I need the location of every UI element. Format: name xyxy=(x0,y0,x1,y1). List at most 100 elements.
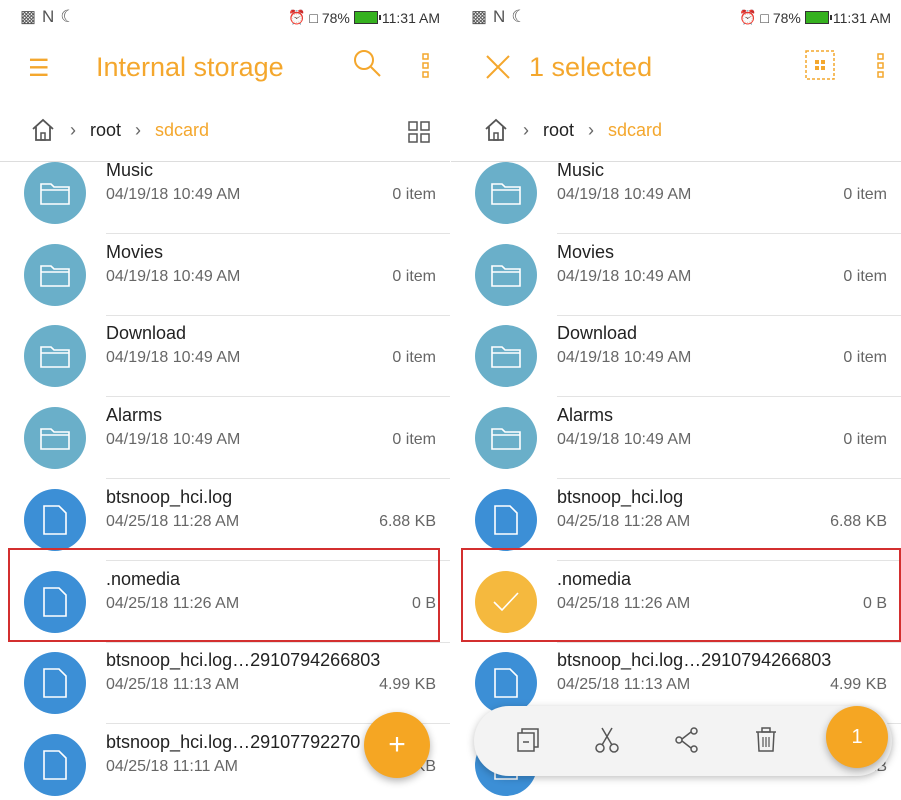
file-size: 6.88 KB xyxy=(830,512,887,530)
folder-icon[interactable] xyxy=(24,243,86,306)
home-icon[interactable] xyxy=(30,117,56,148)
file-date: 04/19/18 10:49 AM xyxy=(106,186,241,203)
breadcrumb-root[interactable]: root xyxy=(90,120,121,141)
cut-icon[interactable] xyxy=(593,726,621,754)
file-name: btsnoop_hci.log…2910794266803 xyxy=(106,650,381,671)
folder-icon[interactable] xyxy=(24,407,86,470)
add-fab-button[interactable]: + xyxy=(364,712,430,778)
file-size: 0 item xyxy=(843,431,887,449)
folder-icon[interactable] xyxy=(475,325,537,388)
file-size: 6.88 KB xyxy=(379,512,436,530)
file-icon[interactable] xyxy=(24,488,86,551)
search-icon[interactable] xyxy=(352,48,382,83)
menu-icon[interactable]: ☰ xyxy=(28,54,50,83)
list-item[interactable]: Movies 04/19/18 10:49 AM 0 item xyxy=(0,234,450,316)
copy-icon[interactable] xyxy=(514,726,542,754)
list-item[interactable]: Movies 04/19/18 10:49 AM 0 item xyxy=(451,234,901,316)
folder-icon[interactable] xyxy=(475,407,537,470)
toolbar: 1 selected xyxy=(451,34,901,102)
clock: 11:31 AM xyxy=(381,9,440,26)
file-size: 4.99 KB xyxy=(379,676,436,694)
file-date: 04/19/18 10:49 AM xyxy=(106,267,241,285)
close-icon[interactable] xyxy=(485,54,511,85)
list-item[interactable]: Music 04/19/18 10:49 AM 0 item xyxy=(0,162,450,234)
alarm-icon: ⏰ xyxy=(738,9,757,25)
clock: 11:31 AM xyxy=(832,9,891,26)
file-size: 0 item xyxy=(843,267,887,285)
file-date: 04/25/18 11:11 AM xyxy=(106,757,238,775)
file-icon[interactable] xyxy=(24,733,86,796)
breadcrumb-root[interactable]: root xyxy=(543,120,574,141)
file-name: btsnoop_hci.log xyxy=(557,486,684,507)
file-name: btsnoop_hci.log…2910794266803 xyxy=(557,650,832,671)
file-size: 0 item xyxy=(392,349,436,367)
selection-title: 1 selected xyxy=(529,52,653,82)
folder-icon[interactable] xyxy=(475,162,537,224)
file-date: 04/19/18 10:49 AM xyxy=(106,349,241,367)
selection-highlight xyxy=(8,548,440,642)
file-icon[interactable] xyxy=(475,488,537,551)
more-options-icon[interactable] xyxy=(875,52,887,85)
file-name: Alarms xyxy=(106,405,163,426)
list-item[interactable]: btsnoop_hci.log…2910794266803 04/25/18 11… xyxy=(0,642,450,725)
file-size: 4.99 KB xyxy=(830,676,887,694)
select-all-icon[interactable] xyxy=(805,50,835,85)
list-item[interactable]: Music 04/19/18 10:49 AM 0 item xyxy=(451,162,901,234)
list-item[interactable]: Download 04/19/18 10:49 AM 0 item xyxy=(451,315,901,398)
file-size: 0 item xyxy=(392,186,436,203)
file-date: 04/25/18 11:28 AM xyxy=(557,512,691,530)
folder-icon[interactable] xyxy=(24,325,86,388)
list-item[interactable]: Alarms 04/19/18 10:49 AM 0 item xyxy=(0,397,450,480)
battery-percent: 78% xyxy=(321,9,350,26)
file-date: 04/19/18 10:49 AM xyxy=(557,431,692,449)
file-name: btsnoop_hci.log xyxy=(106,486,233,507)
sim-icon: □ xyxy=(760,9,769,26)
sim-icon: □ xyxy=(309,9,318,26)
alarm-icon: ⏰ xyxy=(287,9,306,25)
breadcrumb-current[interactable]: sdcard xyxy=(608,120,662,141)
battery-icon xyxy=(804,11,832,24)
list-item[interactable]: Download 04/19/18 10:49 AM 0 item xyxy=(0,315,450,398)
file-date: 04/19/18 10:49 AM xyxy=(557,186,692,203)
more-options-icon[interactable] xyxy=(420,52,432,85)
chevron-right-icon: › xyxy=(523,120,529,140)
home-icon[interactable] xyxy=(483,117,509,148)
file-icon[interactable] xyxy=(24,652,86,715)
status-bar: ▩N☾ ⏰ □ 78% 11:31 AM xyxy=(451,0,901,34)
file-size: 0 item xyxy=(843,349,887,367)
file-icon[interactable] xyxy=(475,652,537,715)
file-name: Alarms xyxy=(557,405,614,426)
selection-highlight xyxy=(461,548,901,642)
chevron-right-icon: › xyxy=(588,120,594,140)
breadcrumb: › root › sdcard xyxy=(0,103,450,159)
chevron-right-icon: › xyxy=(70,120,76,140)
file-name: Music xyxy=(557,162,605,180)
file-date: 04/25/18 11:13 AM xyxy=(557,676,691,694)
chevron-right-icon: › xyxy=(135,120,141,140)
file-name: btsnoop_hci.log…29107792270 xyxy=(106,731,361,752)
folder-icon[interactable] xyxy=(24,162,86,224)
file-size: 0 item xyxy=(843,186,887,203)
file-name: Download xyxy=(557,323,638,344)
file-date: 04/25/18 11:13 AM xyxy=(106,676,240,694)
battery-percent: 78% xyxy=(772,9,801,26)
folder-icon[interactable] xyxy=(475,243,537,306)
notification-icons: ▩N☾ xyxy=(471,7,533,26)
file-date: 04/19/18 10:49 AM xyxy=(557,349,692,367)
file-date: 04/19/18 10:49 AM xyxy=(106,431,241,449)
file-name: Music xyxy=(106,162,154,180)
notification-icons: ▩N☾ xyxy=(20,7,82,26)
file-name: Download xyxy=(106,323,187,344)
file-date: 04/19/18 10:49 AM xyxy=(557,267,692,285)
selected-count-badge[interactable]: 1 xyxy=(826,706,888,768)
list-item[interactable]: Alarms 04/19/18 10:49 AM 0 item xyxy=(451,397,901,480)
share-icon[interactable] xyxy=(673,726,701,754)
breadcrumb-current[interactable]: sdcard xyxy=(155,120,209,141)
file-list: Music 04/19/18 10:49 AM 0 item Movies 04/19/… xyxy=(451,162,901,800)
file-name: Movies xyxy=(106,241,164,262)
toolbar: ☰ Internal storage xyxy=(0,34,450,102)
grid-view-icon[interactable] xyxy=(408,121,430,148)
delete-icon[interactable] xyxy=(752,726,780,754)
file-date: 04/25/18 11:28 AM xyxy=(106,512,240,530)
file-list: Music 04/19/18 10:49 AM 0 item Movies 04/19/… xyxy=(0,162,450,800)
